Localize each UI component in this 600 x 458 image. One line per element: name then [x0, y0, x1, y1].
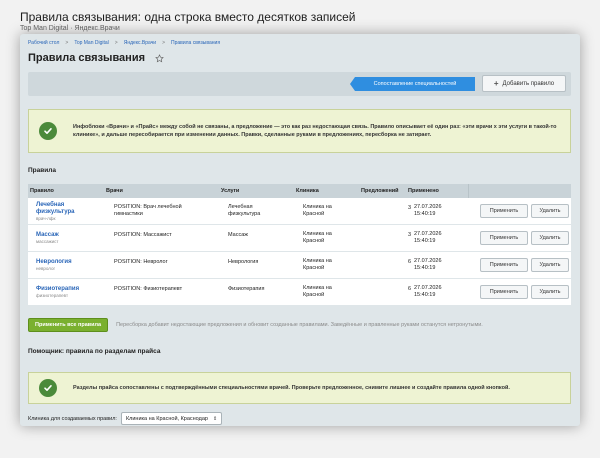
offers-count: 6	[407, 286, 411, 292]
apply-button[interactable]: Применить	[480, 258, 528, 272]
check-icon	[39, 379, 57, 397]
clinic-cell: Красной	[303, 211, 325, 217]
rule-name-link[interactable]: Физиотерапия	[36, 286, 79, 293]
column-divider	[468, 184, 469, 198]
apply-button[interactable]: Применить	[480, 204, 528, 218]
helper-notice-text: Разделы прайса сопоставлены с подтверждё…	[73, 385, 510, 391]
clinic-cell: Красной	[303, 265, 325, 271]
doctors-cell: POSITION: Массажист	[114, 232, 172, 238]
applied-date: 27.07.2026	[414, 231, 442, 237]
apply-button[interactable]: Применить	[480, 285, 528, 299]
applied-date: 27.07.2026	[414, 258, 442, 264]
clinic-cell: Клиника на	[303, 285, 332, 291]
toolbar: Сопоставление специальностей + Добавить …	[28, 72, 571, 96]
delete-button[interactable]: Удалить	[531, 204, 569, 218]
column-header: Применено	[408, 188, 439, 194]
offers-count: 6	[407, 259, 411, 265]
doctors-cell: POSITION: Невролог	[114, 259, 168, 265]
star-icon[interactable]	[155, 53, 164, 63]
column-header: Предложений	[361, 188, 399, 194]
info-notice-text: Инфоблоки «Врачи» и «Прайс» между собой …	[73, 124, 557, 138]
rules-section-title: Правила	[28, 167, 56, 174]
apply-button[interactable]: Применить	[480, 231, 528, 245]
clinic-cell: Клиника на	[303, 231, 332, 237]
helper-notice: Разделы прайса сопоставлены с подтверждё…	[28, 372, 571, 404]
clinic-cell: Клиника на	[303, 258, 332, 264]
doctors-cell: POSITION: Физиотерапевт	[114, 286, 183, 292]
helper-section-title: Помощник: правила по разделам прайса	[28, 348, 161, 355]
rule-name-link[interactable]: Массаж	[36, 232, 59, 239]
table-row: Массаж массажист POSITION: Массажист Масс…	[28, 225, 571, 252]
clinic-cell: Красной	[303, 292, 325, 298]
content-header: Правила связывания	[28, 52, 164, 64]
add-rule-label: Добавить правило	[502, 80, 555, 87]
offers-count: 3	[407, 205, 411, 211]
add-rule-button[interactable]: + Добавить правило	[482, 75, 566, 92]
content-title: Правила связывания	[28, 52, 146, 64]
column-header: Правило	[30, 188, 54, 194]
applied-time: 15:40:19	[414, 211, 436, 217]
delete-button[interactable]: Удалить	[531, 258, 569, 272]
service-cell: Неврология	[228, 259, 259, 265]
apply-all-hint: Пересборка добавит недостающие предложен…	[116, 322, 483, 328]
page-header: Правила связывания: одна строка вместо д…	[20, 10, 355, 33]
service-cell: Физиотерапия	[228, 286, 265, 292]
offers-count: 3	[407, 232, 411, 238]
rule-code: массажист	[36, 239, 59, 244]
breadcrumb-item[interactable]: Top Man Digital	[74, 40, 108, 46]
clinic-select[interactable]: Клиника на Красной, Краснодар ⇕	[120, 412, 223, 425]
breadcrumb-separator: >	[162, 40, 166, 46]
rule-code: физиотерапевт	[36, 293, 69, 298]
column-header: Клиника	[296, 188, 319, 194]
clinic-cell: Красной	[303, 238, 325, 244]
breadcrumb: Рабочий стол > Top Man Digital > Яндекс.…	[28, 40, 220, 46]
applied-date: 27.07.2026	[414, 285, 442, 291]
breadcrumb-item[interactable]: Правила связывания	[171, 40, 220, 46]
column-header: Врачи	[106, 188, 123, 194]
rule-code: врач-лфк	[36, 215, 56, 221]
breadcrumb-separator: >	[65, 40, 69, 46]
breadcrumb-item[interactable]: Рабочий стол	[28, 40, 59, 46]
rule-name-link[interactable]: Неврология	[36, 259, 72, 266]
clinic-cell: Клиника на	[303, 204, 332, 210]
plus-icon: +	[493, 79, 499, 88]
check-icon	[39, 122, 57, 140]
page-title: Правила связывания: одна строка вместо д…	[20, 10, 356, 24]
table-header: Правило Врачи Услуги Клиника Предложений…	[28, 184, 571, 198]
delete-button[interactable]: Удалить	[531, 285, 569, 299]
page-subtitle: Top Man Digital · Яндекс.Врачи	[20, 25, 120, 32]
table-row: Лечебная физкультура врач-лфк POSITION: Вр…	[28, 198, 571, 225]
table-row: Физиотерапия физиотерапевт POSITION: Физи…	[28, 279, 571, 306]
rules-table: Правило Врачи Услуги Клиника Предложений…	[28, 184, 571, 306]
doctors-cell: гимнастики	[114, 211, 143, 217]
breadcrumb-item[interactable]: Яндекс.Врачи	[124, 40, 156, 46]
apply-all-button[interactable]: Применить все правила	[28, 318, 109, 332]
tab-specialty-mapping[interactable]: Сопоставление специальностей	[350, 77, 475, 91]
clinic-select-value: Клиника на Красной, Краснодар	[125, 415, 208, 422]
service-cell: Лечебная	[228, 204, 253, 210]
rule-name-link[interactable]: Лечебная	[36, 202, 75, 209]
applied-time: 15:40:19	[414, 292, 436, 298]
service-cell: Массаж	[228, 232, 248, 238]
admin-window: Рабочий стол > Top Man Digital > Яндекс.…	[20, 34, 580, 426]
clinic-picker-row: Клиника для создаваемых правил: Клиника …	[28, 412, 223, 425]
service-cell: физкультура	[228, 211, 261, 217]
info-notice: Инфоблоки «Врачи» и «Прайс» между собой …	[28, 109, 571, 153]
doctors-cell: POSITION: Врач лечебной	[114, 204, 182, 210]
apply-all-row: Применить все правила Пересборка добавит…	[28, 318, 483, 332]
delete-button[interactable]: Удалить	[531, 231, 569, 245]
applied-time: 15:40:19	[414, 238, 436, 244]
clinic-picker-label: Клиника для создаваемых правил:	[28, 415, 117, 422]
table-row: Неврология невролог POSITION: Невролог Не…	[28, 252, 571, 279]
applied-time: 15:40:19	[414, 265, 436, 271]
breadcrumb-separator: >	[114, 40, 118, 46]
column-header: Услуги	[221, 188, 240, 194]
rule-name-link[interactable]: физкультура	[36, 209, 75, 216]
applied-date: 27.07.2026	[414, 204, 442, 210]
select-arrows-icon: ⇕	[212, 415, 218, 422]
rule-code: невролог	[36, 266, 56, 271]
